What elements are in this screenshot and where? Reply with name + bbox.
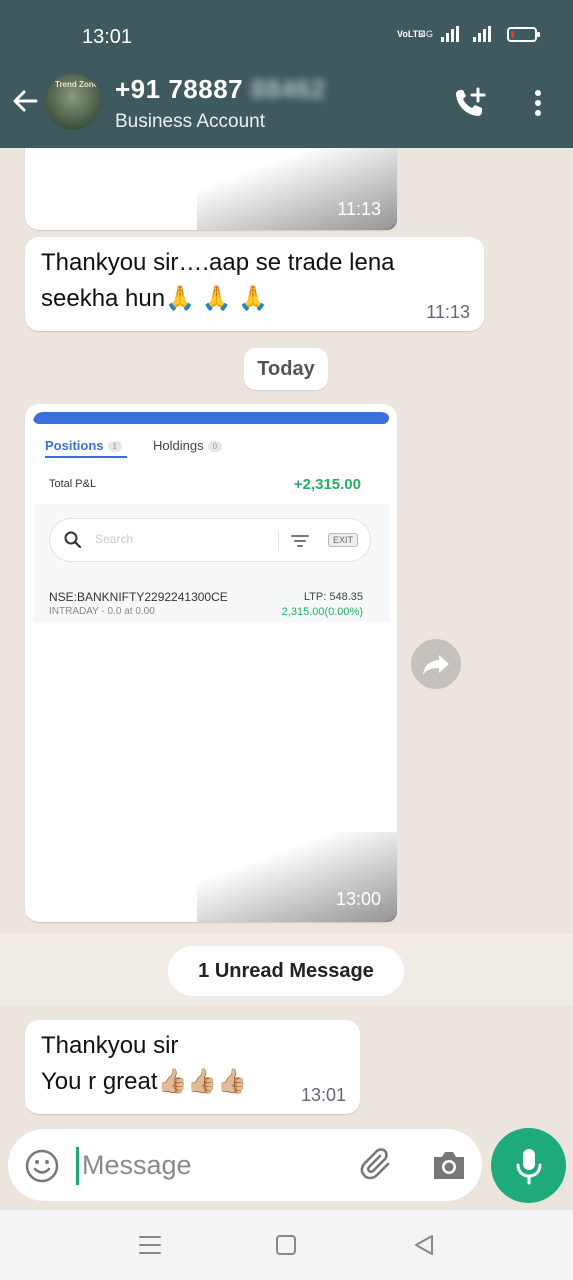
- tab-label: Positions: [45, 438, 104, 453]
- back-triangle-icon[interactable]: [413, 1233, 435, 1257]
- add-call-icon[interactable]: [452, 86, 488, 120]
- total-pnl-value: +2,315.00: [293, 476, 361, 493]
- tab-label: Holdings: [153, 438, 204, 453]
- avatar-sign-text: Trend Zone: [55, 80, 99, 89]
- exit-label: EXIT: [328, 533, 359, 547]
- chat-area[interactable]: 11:13 Thankyou sir….aap se trade lena se…: [0, 148, 573, 1126]
- mic-icon: [516, 1149, 542, 1185]
- forward-button[interactable]: [411, 639, 461, 689]
- message-time: 13:01: [300, 1085, 346, 1105]
- text-message-2[interactable]: Thankyou sir You r great👍🏼👍🏼👍🏼 13:01: [25, 1020, 360, 1114]
- message-input-bar: [8, 1129, 482, 1201]
- attach-icon[interactable]: [360, 1147, 396, 1183]
- forward-arrow-icon: [423, 655, 449, 675]
- text-cursor: [76, 1147, 79, 1185]
- contact-number-obscured: 88462: [250, 74, 326, 104]
- net-type-indicator: 4G: [420, 29, 433, 39]
- message-time: 13:00: [335, 889, 381, 909]
- camera-icon[interactable]: [430, 1147, 468, 1183]
- tab-positions: Positions 1: [45, 438, 122, 453]
- recents-menu-icon[interactable]: [138, 1234, 162, 1256]
- status-icons: VoLTE 4G: [396, 26, 540, 42]
- total-pnl-label: Total P&L: [49, 478, 97, 490]
- screenshot-top-bar: [33, 412, 389, 424]
- status-time: 13:01: [82, 26, 133, 48]
- battery-icon: [507, 26, 540, 42]
- contact-avatar[interactable]: Trend Zone: [45, 74, 101, 130]
- screenshot-search-box: Search EXIT: [49, 518, 371, 562]
- more-vert-icon[interactable]: [530, 88, 546, 118]
- tab-count: 1: [107, 441, 122, 453]
- position-product: INTRADAY - 0.0 at 0.00: [49, 606, 155, 617]
- mic-button[interactable]: [491, 1128, 566, 1203]
- emoji-icon[interactable]: [24, 1148, 60, 1184]
- message-time: 11:13: [337, 199, 381, 219]
- divider: [278, 531, 279, 551]
- position-symbol: NSE:BANKNIFTY2292241300CE: [49, 590, 228, 604]
- battery-fill: [511, 30, 514, 38]
- message-text-line: You r great👍🏼👍🏼👍🏼: [41, 1068, 248, 1095]
- search-placeholder: Search: [95, 532, 134, 546]
- position-change: 2,315.00(0.00%): [281, 606, 363, 618]
- chat-header: 13:01 VoLTE 4G Trend Zone +91 78887 8846…: [0, 0, 573, 148]
- image-message-1[interactable]: 11:13: [25, 148, 397, 230]
- position-ltp: LTP: 548.35: [303, 591, 363, 603]
- message-text-line: Thankyou sir….aap se trade lena: [41, 249, 395, 276]
- unread-chip: 1 Unread Message: [168, 946, 404, 996]
- volte-indicator: VoLTE: [396, 28, 425, 39]
- message-time: 11:13: [426, 302, 470, 322]
- search-icon: [64, 531, 82, 549]
- active-tab-underline: [45, 456, 127, 458]
- home-icon[interactable]: [276, 1235, 296, 1255]
- contact-name[interactable]: +91 78887 88462: [115, 74, 326, 105]
- text-message-1[interactable]: Thankyou sir….aap se trade lena seekha h…: [25, 237, 484, 331]
- image-message-2[interactable]: Positions 1 Holdings 0 Total P&L +2,315.00…: [25, 404, 397, 922]
- contact-number-visible: +91 78887: [115, 74, 244, 104]
- message-input[interactable]: [82, 1143, 342, 1187]
- date-chip: Today: [244, 348, 328, 390]
- message-text-line: seekha hun🙏 🙏 🙏: [41, 285, 269, 312]
- tab-holdings: Holdings 0: [153, 438, 223, 453]
- tab-count: 0: [207, 441, 223, 453]
- contact-subtitle[interactable]: Business Account: [115, 111, 265, 133]
- signal-icon-2: [473, 26, 491, 42]
- message-text-line: Thankyou sir: [41, 1032, 179, 1059]
- filter-icon: [291, 535, 309, 547]
- system-nav-bar: [0, 1210, 573, 1280]
- signal-icon: [441, 26, 459, 42]
- back-arrow-icon[interactable]: [10, 86, 40, 116]
